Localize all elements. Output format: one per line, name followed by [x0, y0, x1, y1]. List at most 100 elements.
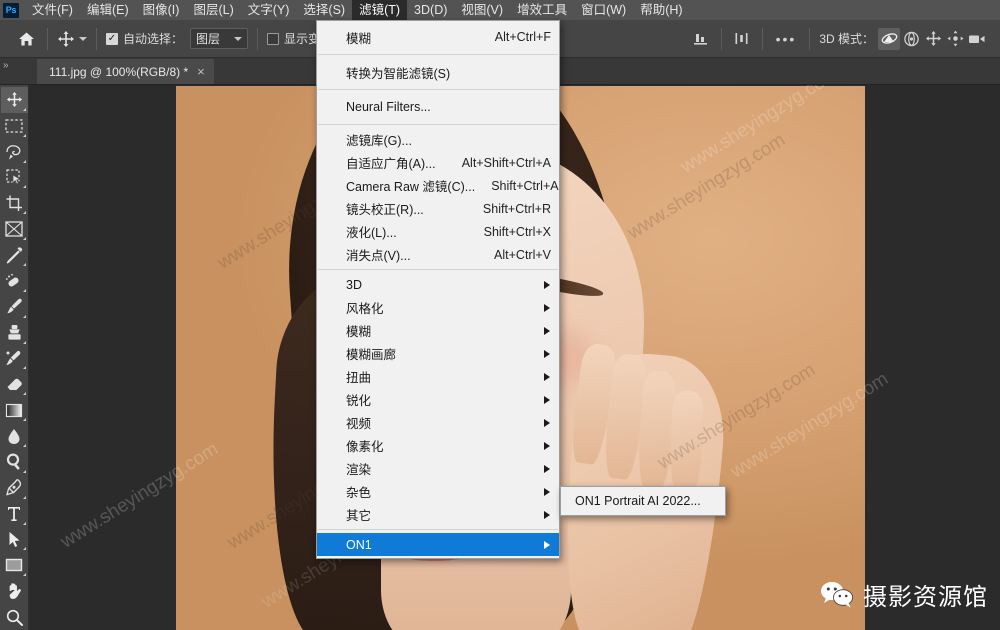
- chevron-down-icon[interactable]: [79, 36, 87, 41]
- menu-item[interactable]: 液化(L)... Shift+Ctrl+X: [317, 220, 559, 243]
- home-icon[interactable]: [14, 27, 38, 51]
- menu-item[interactable]: 锐化: [317, 388, 559, 411]
- menu-item[interactable]: 模糊画廊: [317, 342, 559, 365]
- align-bottom-icon[interactable]: [690, 28, 712, 50]
- menu-item[interactable]: 模糊 Alt+Ctrl+F: [317, 23, 559, 51]
- menu-item[interactable]: 视频: [317, 411, 559, 434]
- camera-3d-icon[interactable]: [966, 28, 988, 50]
- submenu-arrow-icon: [544, 349, 550, 358]
- menu-item-label: 镜头校正(R)...: [346, 203, 424, 217]
- filter-menu[interactable]: 模糊 Alt+Ctrl+F 转换为智能滤镜(S) Neural Filters... 滤…: [316, 20, 560, 559]
- menu-item[interactable]: ON1: [317, 533, 559, 556]
- menu-6[interactable]: 滤镜(T): [352, 0, 408, 20]
- lasso-tool[interactable]: [1, 139, 28, 165]
- collapse-panel-icon[interactable]: »: [3, 60, 8, 71]
- menu-item-shortcut: Alt+Ctrl+F: [494, 30, 551, 44]
- menu-3[interactable]: 图层(L): [186, 0, 240, 20]
- auto-select-checkbox[interactable]: ✓: [106, 32, 118, 45]
- submenu-arrow-icon: [544, 372, 550, 381]
- menu-item-on1-portrait-ai[interactable]: ON1 Portrait AI 2022...: [561, 489, 725, 513]
- menu-item[interactable]: 模糊: [317, 319, 559, 342]
- close-icon[interactable]: ×: [197, 64, 205, 79]
- orbit-3d-icon[interactable]: [878, 27, 900, 50]
- layer-select-dropdown[interactable]: 图层: [190, 28, 249, 49]
- document-tab[interactable]: 111.jpg @ 100%(RGB/8) * ×: [37, 59, 214, 84]
- divider: [96, 27, 97, 50]
- path-selection-tool[interactable]: [1, 527, 28, 553]
- gradient-tool[interactable]: [1, 397, 28, 423]
- menu-item[interactable]: 自适应广角(A)... Alt+Shift+Ctrl+A: [317, 151, 559, 174]
- move-tool-icon[interactable]: [57, 30, 87, 48]
- menu-item[interactable]: 风格化: [317, 296, 559, 319]
- menu-item[interactable]: 像素化: [317, 434, 559, 457]
- healing-brush-tool[interactable]: [1, 268, 28, 294]
- menu-item-label: 自适应广角(A)...: [346, 157, 436, 171]
- menu-7[interactable]: 3D(D): [407, 0, 454, 20]
- menu-8[interactable]: 视图(V): [454, 0, 510, 20]
- menu-item[interactable]: Camera Raw 滤镜(C)... Shift+Ctrl+A: [317, 174, 559, 197]
- menu-item[interactable]: 渲染: [317, 457, 559, 480]
- menu-item[interactable]: Neural Filters...: [317, 93, 559, 121]
- photoshop-window: Ps 文件(F) 编辑(E) 图像(I) 图层(L) 文字(Y) 选择(S) 滤镜(T) 3D…: [0, 0, 1000, 630]
- history-brush-tool[interactable]: [1, 346, 28, 372]
- pan-3d-icon[interactable]: [922, 28, 944, 50]
- clone-stamp-tool[interactable]: [1, 320, 28, 346]
- menu-1[interactable]: 编辑(E): [80, 0, 136, 20]
- menu-item-label: 模糊: [346, 31, 372, 46]
- menu-item[interactable]: 扭曲: [317, 365, 559, 388]
- menu-item-label: 转换为智能滤镜(S): [346, 66, 451, 81]
- menu-item-shortcut: Shift+Ctrl+R: [482, 201, 551, 216]
- object-selection-tool[interactable]: [1, 165, 28, 191]
- divider: [720, 27, 722, 50]
- menu-divider: [318, 124, 558, 125]
- crop-tool[interactable]: [1, 190, 28, 216]
- menu-item-label: 消失点(V)...: [346, 249, 411, 263]
- eraser-tool[interactable]: [1, 371, 28, 397]
- show-transform-checkbox[interactable]: [267, 32, 280, 45]
- brush-tool[interactable]: [1, 294, 28, 320]
- menu-11[interactable]: 帮助(H): [633, 0, 689, 20]
- rectangle-tool[interactable]: [1, 552, 28, 578]
- blur-tool[interactable]: [1, 423, 28, 449]
- move-tool[interactable]: [0, 87, 28, 113]
- photoshop-logo-icon: Ps: [3, 2, 19, 18]
- menu-0[interactable]: 文件(F): [25, 0, 80, 20]
- menu-item-label: 风格化: [346, 302, 384, 316]
- menu-divider: [318, 269, 558, 270]
- menu-item[interactable]: 转换为智能滤镜(S): [317, 58, 559, 86]
- type-tool[interactable]: [1, 501, 28, 527]
- hand-tool[interactable]: [1, 578, 28, 604]
- menu-item-label: 像素化: [346, 440, 384, 454]
- menu-divider: [318, 89, 558, 90]
- menu-item[interactable]: 3D: [317, 273, 559, 296]
- roll-3d-icon[interactable]: [900, 28, 922, 50]
- menu-10[interactable]: 窗口(W): [574, 0, 633, 20]
- menu-5[interactable]: 选择(S): [296, 0, 352, 20]
- menu-item[interactable]: 杂色: [317, 480, 559, 503]
- menu-4[interactable]: 文字(Y): [241, 0, 297, 20]
- on1-submenu[interactable]: ON1 Portrait AI 2022...: [560, 486, 726, 516]
- menu-item[interactable]: 滤镜库(G)...: [317, 128, 559, 151]
- menu-item[interactable]: 消失点(V)... Alt+Ctrl+V: [317, 243, 559, 266]
- frame-tool[interactable]: [1, 216, 28, 242]
- eyedropper-tool[interactable]: [1, 242, 28, 268]
- menu-divider: [318, 529, 558, 530]
- more-options-button[interactable]: •••: [772, 31, 801, 47]
- distribute-icon[interactable]: [731, 28, 753, 50]
- rectangular-marquee-tool[interactable]: [1, 113, 28, 139]
- menu-item[interactable]: 其它: [317, 503, 559, 526]
- pen-tool[interactable]: [1, 475, 28, 501]
- menu-item-label: 视频: [346, 417, 372, 431]
- menu-2[interactable]: 图像(I): [136, 0, 187, 20]
- dodge-tool[interactable]: [1, 449, 28, 475]
- submenu-arrow-icon: [544, 326, 550, 335]
- slide-3d-icon[interactable]: [944, 28, 966, 50]
- brand-watermark: 摄影资源馆: [820, 577, 988, 612]
- submenu-arrow-icon: [544, 464, 550, 473]
- menu-9[interactable]: 增效工具: [510, 0, 574, 20]
- menu-item-label: 模糊: [346, 325, 372, 339]
- menu-item-label: 滤镜库(G)...: [346, 134, 412, 148]
- zoom-tool[interactable]: [1, 604, 28, 630]
- menu-item-label: 其它: [346, 509, 372, 523]
- menu-item[interactable]: 镜头校正(R)... Shift+Ctrl+R: [317, 197, 559, 220]
